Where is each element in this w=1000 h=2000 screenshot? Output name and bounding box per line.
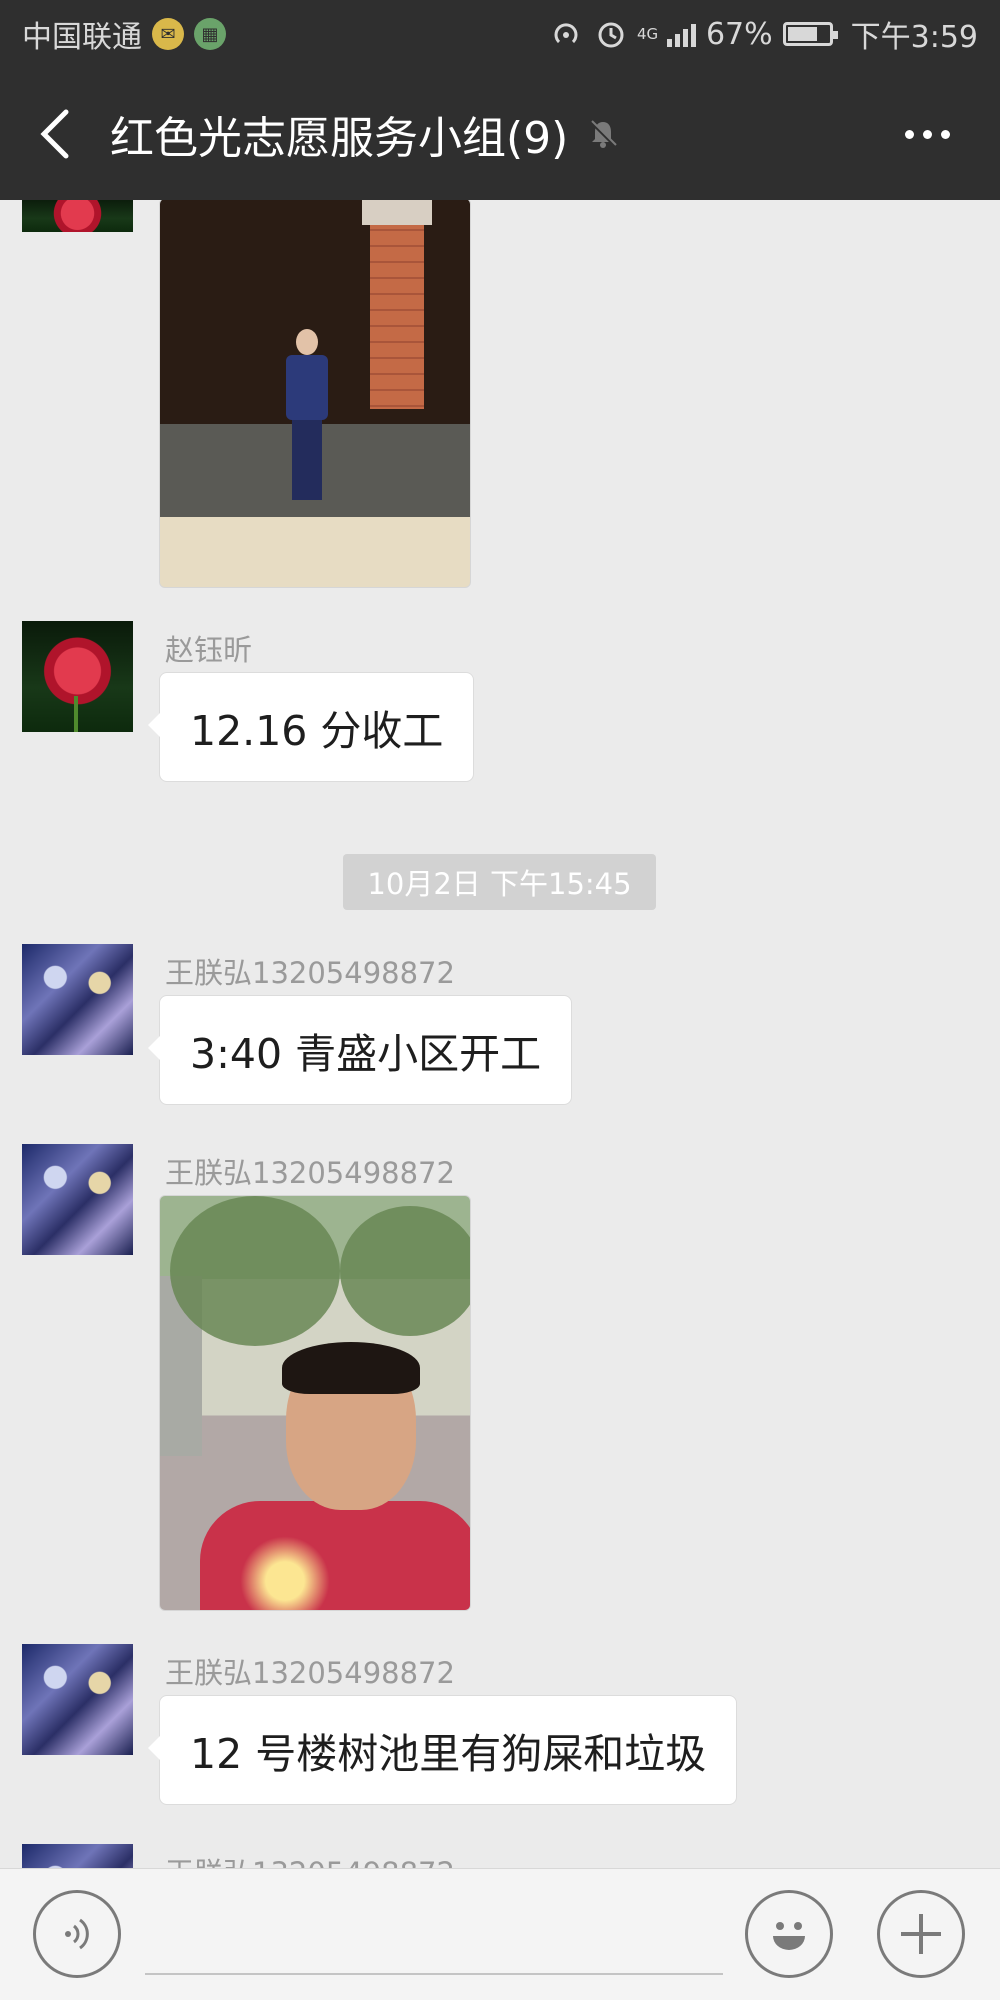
sender-name: 王朕弘13205498872: [165, 956, 455, 990]
battery-percent: 67%: [705, 16, 773, 52]
photo-tree: [340, 1206, 470, 1336]
chat-message-list[interactable]: 赵钰昕 12.16 分收工 10月2日 下午15:45 王朕弘132054988…: [0, 200, 1000, 1868]
battery-icon: [782, 22, 838, 46]
person-body: [286, 355, 328, 420]
avatar[interactable]: [22, 1844, 133, 1868]
sender-name: 王朕弘13205498872: [165, 1156, 455, 1190]
emoji-icon: [773, 1922, 805, 1950]
voice-button[interactable]: [33, 1890, 121, 1978]
person-head: [296, 329, 318, 355]
more-dot: [940, 129, 950, 139]
carrier-name: 中国联通: [22, 20, 142, 55]
calendar-app-icon: ▦: [194, 18, 226, 50]
emoji-button[interactable]: [745, 1890, 833, 1978]
plus-icon: [901, 1914, 941, 1954]
more-functions-button[interactable]: [877, 1890, 965, 1978]
photo-shirt: [200, 1501, 470, 1610]
avatar[interactable]: [22, 1644, 133, 1755]
alarm-icon: [598, 22, 624, 48]
photo-tree: [170, 1196, 340, 1346]
mail-app-icon: ✉: [152, 18, 184, 50]
status-time: 下午3:59: [850, 20, 978, 55]
avatar[interactable]: [22, 200, 133, 232]
timestamp-badge: 10月2日 下午15:45: [343, 854, 656, 910]
sender-name: 王朕弘13205498872: [165, 1656, 455, 1690]
message-bubble[interactable]: 12 号楼树池里有狗屎和垃圾: [147, 1695, 738, 1805]
title-bar: 红色光志愿服务小组(9): [0, 68, 1000, 200]
more-dot: [922, 129, 932, 139]
status-left: 中国联通 ✉ ▦: [22, 12, 226, 56]
avatar[interactable]: [22, 944, 133, 1055]
photo-person: [284, 329, 328, 504]
person-legs: [292, 420, 322, 500]
photo-pillar-cap: [362, 200, 432, 225]
message-bubble[interactable]: 12.16 分收工: [147, 672, 475, 782]
avatar[interactable]: [22, 1144, 133, 1255]
avatar[interactable]: [22, 621, 133, 732]
chevron-left-icon: [40, 109, 69, 159]
message-image[interactable]: [159, 200, 471, 588]
status-right: 4G 67% 下午3:59: [551, 12, 978, 56]
status-bar: 中国联通 ✉ ▦ 4G 67% 下午3:59: [0, 0, 1000, 68]
battery-fill: [787, 27, 818, 41]
photo-pillar: [370, 200, 424, 409]
input-bar: [0, 1868, 1000, 2000]
more-options-button[interactable]: [892, 68, 962, 200]
muted-bell-icon: [590, 120, 618, 148]
chat-title: 红色光志愿服务小组(9): [110, 113, 569, 164]
back-button[interactable]: [0, 68, 110, 200]
voice-icon: [65, 1918, 89, 1950]
message-image[interactable]: [159, 1195, 471, 1611]
photo-hair: [282, 1342, 420, 1394]
sender-name: 赵钰昕: [165, 633, 253, 667]
message-input[interactable]: [145, 1889, 723, 1975]
network-type-label: 4G: [636, 25, 659, 43]
message-bubble[interactable]: 3:40 青盛小区开工: [147, 995, 573, 1105]
signal-icon: [666, 21, 696, 47]
hotspot-icon: [554, 23, 578, 44]
more-dots-icon: [904, 129, 914, 139]
chat-screen: 中国联通 ✉ ▦ 4G 67% 下午3:59 红色光志愿服务小组(9) 赵钰昕 …: [0, 0, 1000, 2000]
sender-name: 王朕弘13205498872: [165, 1850, 455, 1868]
